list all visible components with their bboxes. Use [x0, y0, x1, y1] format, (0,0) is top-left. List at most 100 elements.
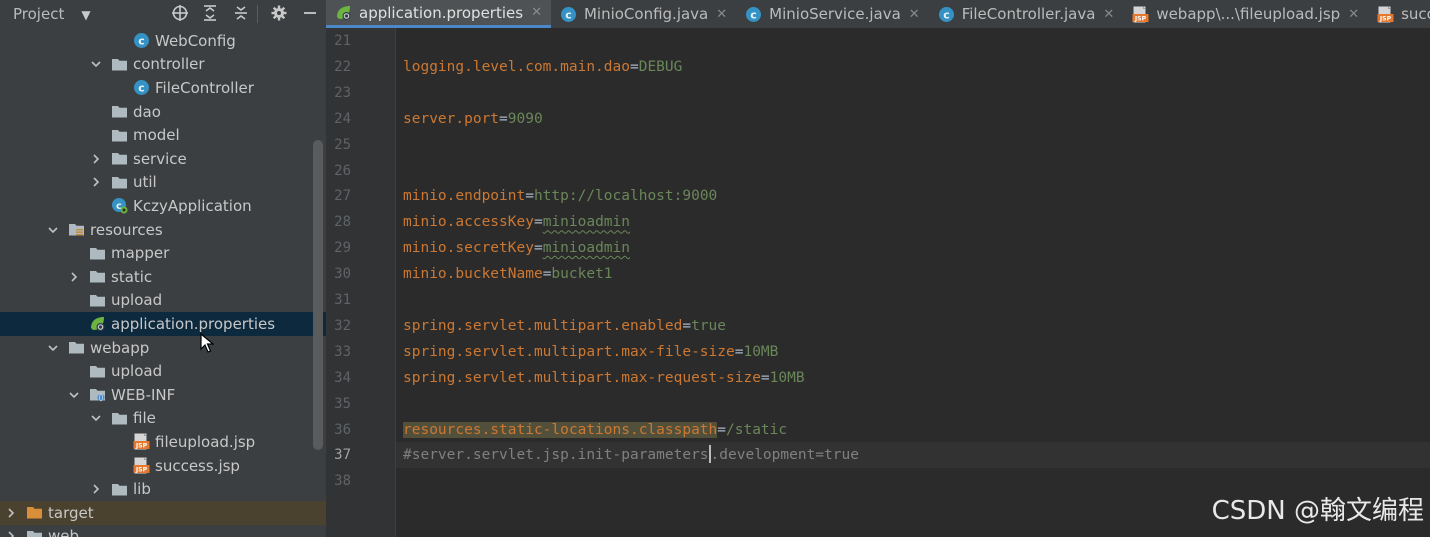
tree-item[interactable]: upload	[0, 359, 326, 383]
tree-item[interactable]: web	[0, 525, 326, 537]
editor-tab[interactable]: c MinioService.java ✕	[736, 0, 929, 28]
svg-text:c: c	[138, 35, 145, 48]
java-class-icon: c	[560, 6, 577, 23]
line-number: 31	[334, 292, 351, 308]
chevron-down-icon[interactable]	[47, 224, 59, 236]
code-line[interactable]: minio.secretKey=minioadmin	[396, 235, 1430, 261]
gear-icon[interactable]	[269, 4, 289, 24]
code-line[interactable]: minio.bucketName=bucket1	[396, 261, 1430, 287]
code-line[interactable]: spring.servlet.multipart.max-file-size=1…	[396, 339, 1430, 365]
close-tab-icon[interactable]: ✕	[909, 7, 920, 22]
code-line[interactable]: #server.servlet.jsp.init-parameters .deve…	[396, 442, 1430, 469]
chevron-down-icon[interactable]	[90, 58, 102, 70]
equals-sign: =	[499, 110, 508, 127]
tab-label: FileController.java	[961, 5, 1096, 23]
tree-item[interactable]: lib	[0, 477, 326, 501]
tree-item-label: success.jsp	[155, 456, 240, 475]
property-key: minio.endpoint	[403, 188, 526, 205]
code-line[interactable]: server.port=9090	[396, 106, 1430, 132]
property-key: minio.accessKey	[403, 214, 534, 231]
tree-item[interactable]: c WebConfig	[0, 29, 326, 53]
code-line[interactable]	[396, 158, 1430, 184]
close-tab-icon[interactable]: ✕	[531, 5, 542, 20]
property-key: minio.bucketName	[403, 266, 543, 283]
code-line[interactable]: minio.accessKey=minioadmin	[396, 209, 1430, 235]
tree-item[interactable]: service	[0, 147, 326, 171]
code-line[interactable]: minio.endpoint=http://localhost:9000	[396, 183, 1430, 209]
hide-panel-icon[interactable]	[300, 4, 320, 24]
close-tab-icon[interactable]: ✕	[1103, 7, 1114, 22]
tree-item-label: model	[133, 126, 180, 145]
code-line[interactable]: spring.servlet.multipart.enabled=true	[396, 313, 1430, 339]
folder-icon	[111, 103, 128, 120]
chevron-down-icon[interactable]	[68, 389, 80, 401]
tree-item-label: service	[133, 149, 187, 168]
project-view-title[interactable]: Project	[13, 5, 64, 23]
orange-folder-icon	[26, 504, 43, 521]
code-line[interactable]	[396, 287, 1430, 313]
tree-item[interactable]: WEB-INF	[0, 383, 326, 407]
property-value: http://localhost:9000	[533, 188, 718, 205]
code-line[interactable]	[396, 391, 1430, 417]
chevron-right-icon[interactable]	[68, 271, 80, 283]
editor-tab[interactable]: application.properties ✕	[326, 0, 551, 28]
tree-item-label: resources	[90, 220, 163, 239]
line-number: 33	[334, 343, 351, 360]
editor-tab[interactable]: c FileController.java ✕	[929, 0, 1124, 28]
folder-icon	[111, 410, 128, 427]
tree-item[interactable]: application.properties	[0, 312, 326, 336]
property-value: true	[691, 317, 727, 334]
line-number: 28	[334, 214, 351, 231]
chevron-right-icon[interactable]	[5, 530, 17, 537]
tree-item-label: util	[133, 173, 157, 192]
tab-label: MinioService.java	[769, 5, 901, 23]
tree-item[interactable]: c FileController	[0, 76, 326, 100]
line-number: 35	[334, 395, 351, 412]
code-line[interactable]	[396, 80, 1430, 106]
tree-item[interactable]: c KczyApplication	[0, 194, 326, 218]
comment-text: #server.servlet.jsp.init-parameters	[403, 447, 709, 464]
chevron-right-icon[interactable]	[90, 483, 102, 495]
chevron-down-icon[interactable]	[47, 342, 59, 354]
property-value: minioadmin	[542, 214, 630, 231]
tree-item[interactable]: mapper	[0, 241, 326, 265]
code-line[interactable]: logging.level.com.main.dao=DEBUG	[396, 54, 1430, 80]
tree-item[interactable]: JSP fileupload.jsp	[0, 430, 326, 454]
tree-item[interactable]: JSP success.jsp	[0, 454, 326, 478]
chevron-right-icon[interactable]	[5, 507, 17, 519]
code-editor[interactable]: logging.level.com.main.dao=DEBUG server.p…	[396, 28, 1430, 537]
chevron-right-icon[interactable]	[90, 176, 102, 188]
editor-tab[interactable]: JSP webapp\...\fileupload.jsp ✕	[1123, 0, 1368, 28]
code-line[interactable]: resources.static-locations.classpath=/st…	[396, 417, 1430, 443]
svg-text:JSP: JSP	[1134, 15, 1147, 22]
tree-item[interactable]: resources	[0, 218, 326, 242]
tree-item-label: controller	[133, 55, 205, 74]
chevron-right-icon[interactable]	[90, 153, 102, 165]
close-tab-icon[interactable]: ✕	[1348, 7, 1359, 22]
collapse-all-icon[interactable]	[231, 4, 251, 24]
tree-item[interactable]: webapp	[0, 336, 326, 360]
tree-item[interactable]: file	[0, 407, 326, 431]
tree-item[interactable]: controller	[0, 53, 326, 77]
tree-item[interactable]: target	[0, 501, 326, 525]
close-tab-icon[interactable]: ✕	[716, 7, 727, 22]
locate-target-icon[interactable]	[170, 4, 190, 24]
chevron-down-icon[interactable]: ▼	[76, 5, 96, 25]
equals-sign: =	[629, 58, 639, 75]
property-value: minioadmin	[542, 240, 630, 257]
code-line[interactable]	[396, 28, 1430, 54]
code-line[interactable]: spring.servlet.multipart.max-request-siz…	[396, 365, 1430, 391]
property-value: 9090	[507, 110, 543, 127]
chevron-down-icon[interactable]	[90, 412, 102, 424]
tree-item[interactable]: dao	[0, 100, 326, 124]
tree-item[interactable]: upload	[0, 289, 326, 313]
tree-item[interactable]: util	[0, 171, 326, 195]
expand-all-icon[interactable]	[200, 4, 220, 24]
tree-item[interactable]: static	[0, 265, 326, 289]
code-line[interactable]	[396, 132, 1430, 158]
line-number: 36	[334, 421, 351, 438]
folder-icon	[111, 481, 128, 498]
tree-item[interactable]: model	[0, 123, 326, 147]
editor-tab[interactable]: JSP success.jsp	[1368, 0, 1430, 28]
editor-tab[interactable]: c MinioConfig.java ✕	[551, 0, 736, 28]
